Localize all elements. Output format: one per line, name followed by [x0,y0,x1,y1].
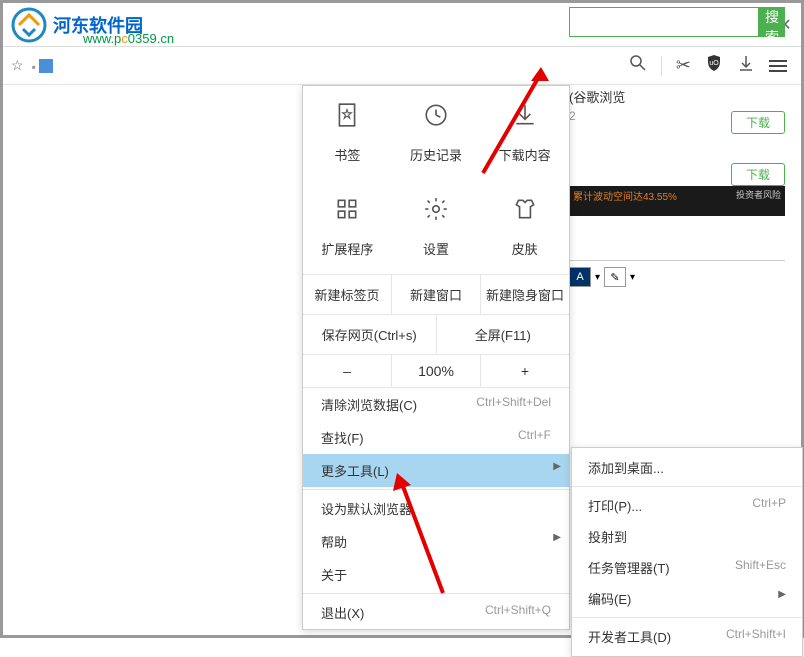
menu-save-page[interactable]: 保存网页(Ctrl+s) [303,315,437,354]
zoom-level: 100% [392,355,481,387]
page-favicon: ▪ [32,57,54,74]
bookmark-star-icon[interactable]: ☆ [11,57,24,74]
submenu-print[interactable]: 打印(P)...Ctrl+P [572,490,802,521]
dropdown-icon[interactable]: ▾ [595,272,600,283]
menu-clear-data[interactable]: 清除浏览数据(C)Ctrl+Shift+Del [303,388,569,421]
menu-new-incognito[interactable]: 新建隐身窗口 [481,275,569,314]
dropdown-icon[interactable]: ▾ [630,272,635,283]
download-item-sub: 2 [569,109,576,123]
chevron-right-icon: ▶ [553,461,561,472]
download-icon [512,102,538,135]
menu-settings[interactable]: 设置 [392,180,481,274]
extensions-icon [334,196,360,229]
submenu-add-to-desktop[interactable]: 添加到桌面... [572,452,802,483]
menu-bookmarks[interactable]: 书签 [303,86,392,180]
download-button[interactable]: 下载 [731,163,785,186]
submenu-dev-tools[interactable]: 开发者工具(D)Ctrl+Shift+I [572,621,802,652]
main-menu: 书签 历史记录 下载内容 扩展程序 设置 皮肤 新建标签页 新建窗口 新建隐身窗… [302,85,570,630]
menu-new-window[interactable]: 新建窗口 [392,275,481,314]
chevron-right-icon: ▶ [778,589,786,608]
history-icon [423,102,449,135]
zoom-in-button[interactable]: + [481,355,569,387]
skin-icon [512,196,538,229]
menu-new-tab[interactable]: 新建标签页 [303,275,392,314]
color-picker-icon[interactable]: A [569,267,591,287]
submenu-encoding[interactable]: 编码(E)▶ [572,583,802,614]
zoom-out-button[interactable]: – [303,355,392,387]
menu-about[interactable]: 关于 [303,558,569,591]
menu-extensions[interactable]: 扩展程序 [303,180,392,274]
menu-exit[interactable]: 退出(X)Ctrl+Shift+Q [303,596,569,629]
search-input[interactable] [569,7,759,37]
menu-history[interactable]: 历史记录 [392,86,481,180]
menu-skin[interactable]: 皮肤 [480,180,569,274]
more-tools-submenu: 添加到桌面... 打印(P)...Ctrl+P 投射到 任务管理器(T)Shif… [571,447,803,657]
pencil-icon[interactable]: ✎ [604,267,626,287]
download-item-title: (谷歌浏览 [569,90,625,105]
gear-icon [423,196,449,229]
watermark-url: www.pc0359.cn [83,31,174,46]
menu-set-default-browser[interactable]: 设为默认浏览器 [303,492,569,525]
menu-fullscreen[interactable]: 全屏(F11) [437,315,570,354]
submenu-cast[interactable]: 投射到 [572,521,802,552]
menu-downloads[interactable]: 下载内容 [480,86,569,180]
download-button[interactable]: 下载 [731,111,785,134]
menu-find[interactable]: 查找(F)Ctrl+F [303,421,569,454]
menu-more-tools[interactable]: 更多工具(L)▶ [303,454,569,487]
submenu-task-manager[interactable]: 任务管理器(T)Shift+Esc [572,552,802,583]
editor-toolbar: A ▾ ✎ ▾ [569,260,785,287]
ad-banner: 累计波动空间达43.55% 投资者风险 [569,186,785,216]
menu-help[interactable]: 帮助▶ [303,525,569,558]
search-button[interactable]: 搜索 [759,7,785,37]
chevron-right-icon: ▶ [553,532,561,543]
bookmark-icon [334,102,360,135]
logo-icon [11,7,47,43]
